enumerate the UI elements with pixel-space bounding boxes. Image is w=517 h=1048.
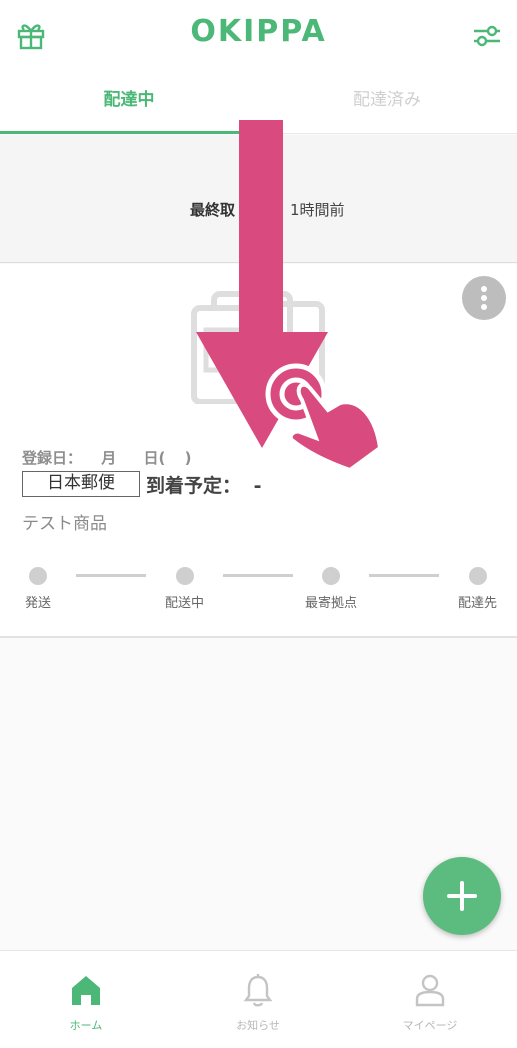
step-dot-shipped — [29, 567, 47, 585]
step-connector — [76, 574, 146, 577]
carrier-badge: 日本郵便 — [22, 471, 140, 497]
step-label-destination: 配達先 — [458, 596, 498, 611]
bell-icon — [243, 974, 273, 1007]
swipe-down-arrow-icon — [196, 120, 383, 473]
sliders-icon[interactable] — [472, 22, 502, 50]
app-header: OKIPPA — [0, 0, 517, 70]
nav-home-label: ホーム — [69, 1019, 103, 1032]
nav-mypage[interactable]: マイページ — [344, 951, 516, 1048]
step-dot-nearest-hub — [322, 567, 340, 585]
nav-notifications[interactable]: お知らせ — [172, 951, 344, 1048]
more-options-button[interactable] — [462, 276, 506, 320]
item-name: テスト商品 — [22, 514, 107, 534]
user-icon — [415, 974, 445, 1007]
bottom-navigation: ホーム お知らせ マイページ — [0, 950, 517, 1048]
nav-notifications-label: お知らせ — [236, 1019, 280, 1032]
nav-mypage-label: マイページ — [402, 1019, 458, 1032]
step-connector — [223, 574, 293, 577]
step-connector — [369, 574, 439, 577]
registration-date: 登録日： 月 日( ) — [22, 449, 192, 467]
add-package-button[interactable] — [423, 857, 501, 935]
step-dot-in-transit — [176, 567, 194, 585]
step-label-in-transit: 配送中 — [165, 596, 205, 611]
home-icon — [72, 976, 100, 1005]
app-logo: OKIPPA — [190, 14, 327, 49]
step-label-shipped: 発送 — [25, 596, 52, 611]
step-dot-destination — [469, 567, 487, 585]
nav-home[interactable]: ホーム — [0, 951, 172, 1048]
step-label-nearest-hub: 最寄拠点 — [305, 596, 358, 611]
